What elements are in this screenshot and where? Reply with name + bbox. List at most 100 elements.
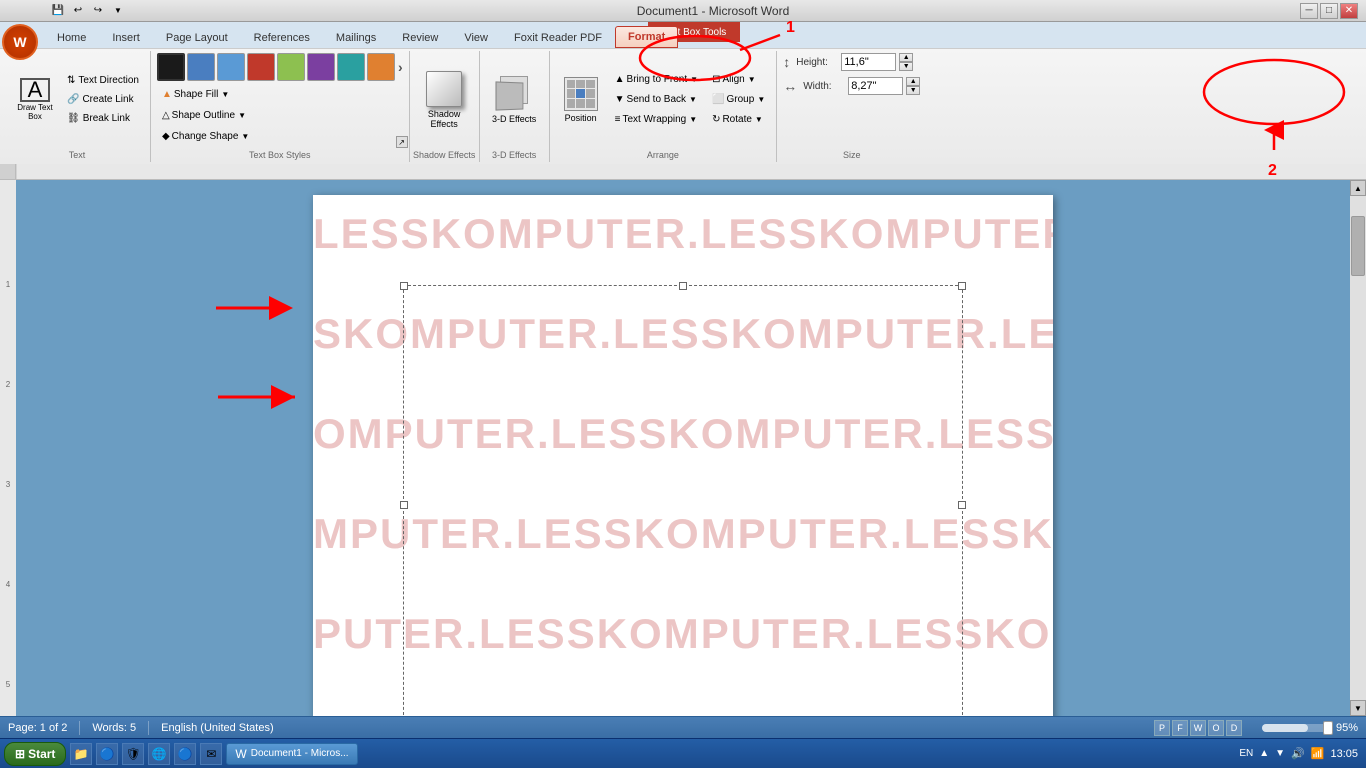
status-sep1 — [79, 721, 80, 735]
taskbar-icon-email[interactable]: ✉ — [200, 743, 222, 765]
tab-pagelayout[interactable]: Page Layout — [153, 26, 241, 48]
3d-effects-button[interactable]: 3-D Effects — [487, 70, 542, 130]
swatch-row: › — [157, 53, 403, 81]
scroll-up-button[interactable]: ▲ — [1350, 180, 1366, 196]
swatch-red[interactable] — [247, 53, 275, 81]
tab-home[interactable]: Home — [44, 26, 99, 48]
taskbar-icon-bluetooth[interactable]: 🔵 — [96, 743, 118, 765]
width-up-button[interactable]: ▲ — [906, 77, 920, 86]
group-arrange: Position ▲ Bring to Front ▼ ▼ Send to Ba… — [550, 51, 778, 162]
taskbar-icon-browser[interactable]: 🌐 — [148, 743, 170, 765]
text-direction-button[interactable]: ⇅ Text Direction — [62, 72, 144, 90]
close-button[interactable]: ✕ — [1340, 3, 1358, 19]
height-spinner: ▲ ▼ — [899, 53, 913, 71]
text-wrapping-button[interactable]: ≡ Text Wrapping ▼ — [610, 110, 703, 129]
quick-access-more[interactable]: ▼ — [110, 3, 126, 19]
minimize-button[interactable]: ─ — [1300, 3, 1318, 19]
width-row: ↔ Width: ▲ ▼ — [783, 77, 920, 95]
swatch-scroll-right[interactable]: › — [398, 59, 403, 75]
tab-references[interactable]: References — [241, 26, 323, 48]
height-down-button[interactable]: ▼ — [899, 62, 913, 71]
tab-view[interactable]: View — [451, 26, 501, 48]
zoom-handle[interactable] — [1323, 721, 1333, 735]
textbox-styles-expand[interactable]: ↗ — [396, 136, 408, 148]
width-down-button[interactable]: ▼ — [906, 86, 920, 95]
title-bar: 💾 ↩ ↪ ▼ Document1 - Microsoft Word ─ □ ✕ — [0, 0, 1366, 22]
handle-ml[interactable] — [400, 501, 408, 509]
tab-insert[interactable]: Insert — [99, 26, 153, 48]
bring-front-button[interactable]: ▲ Bring to Front ▼ — [610, 70, 703, 89]
tab-review[interactable]: Review — [389, 26, 451, 48]
taskbar-word-app[interactable]: W Document1 - Micros... — [226, 743, 357, 765]
ribbon-content: A Draw Text Box ⇅ Text Direction 🔗 Creat… — [0, 48, 1366, 164]
tray-arrow-down[interactable]: ▼ — [1275, 748, 1285, 759]
taskbar-icon-folder[interactable]: 📁 — [70, 743, 92, 765]
swatch-orange[interactable] — [367, 53, 395, 81]
view-fullscreen-button[interactable]: F — [1172, 720, 1188, 736]
start-button[interactable]: ⊞ Start — [4, 742, 66, 766]
handle-mr[interactable] — [958, 501, 966, 509]
height-input[interactable] — [841, 53, 896, 71]
position-label: Position — [565, 113, 597, 123]
scroll-thumb[interactable] — [1351, 216, 1365, 276]
view-print-button[interactable]: P — [1154, 720, 1170, 736]
swatch-teal[interactable] — [337, 53, 365, 81]
shape-outline-button[interactable]: △ Shape Outline ▼ — [157, 106, 251, 125]
vruler-2: 2 — [0, 380, 16, 389]
group-size: ↕ Height: ▲ ▼ ↔ Width: ▲ — [777, 51, 926, 162]
view-outline-button[interactable]: O — [1208, 720, 1224, 736]
tab-foxitreader[interactable]: Foxit Reader PDF — [501, 26, 615, 48]
align-label: Align — [722, 74, 744, 85]
tray-speaker[interactable]: 🔊 — [1291, 747, 1305, 760]
handle-tm[interactable] — [679, 282, 687, 290]
group-3d-label: 3-D Effects — [480, 150, 549, 160]
draw-text-box-button[interactable]: A Draw Text Box — [10, 70, 60, 130]
vruler-5: 5 — [0, 680, 16, 689]
swatch-blue1[interactable] — [187, 53, 215, 81]
shape-fill-button[interactable]: ▲ Shape Fill ▼ — [157, 85, 234, 104]
text-box[interactable] — [403, 285, 963, 716]
vertical-scrollbar: ▲ ▼ — [1350, 180, 1366, 716]
quick-access-save[interactable]: 💾 — [50, 3, 66, 19]
group-shadow-effects: Shadow Effects Shadow Effects — [410, 51, 480, 162]
handle-tl[interactable] — [400, 282, 408, 290]
align-icon: ⊟ — [712, 74, 720, 85]
tab-format[interactable]: Format — [615, 26, 678, 48]
rotate-button[interactable]: ↻ Rotate ▼ — [707, 110, 770, 129]
maximize-button[interactable]: □ — [1320, 3, 1338, 19]
align-button[interactable]: ⊟ Align ▼ — [707, 70, 770, 89]
windows-logo: ⊞ — [15, 747, 25, 761]
handle-tr[interactable] — [958, 282, 966, 290]
width-input[interactable] — [848, 77, 903, 95]
office-button[interactable]: W — [2, 24, 38, 60]
document-area: 1 2 3 4 5 LESSKOMPUTER.LESSKOMPUTER.LE S… — [0, 164, 1366, 716]
taskbar-icon-chrome[interactable]: 🔵 — [174, 743, 196, 765]
position-button[interactable]: Position — [556, 70, 606, 130]
shape-outline-label: Shape Outline — [172, 110, 235, 121]
tab-mailings[interactable]: Mailings — [323, 26, 389, 48]
zoom-area: 95% — [1262, 722, 1358, 734]
view-draft-button[interactable]: D — [1226, 720, 1242, 736]
swatch-blue2[interactable] — [217, 53, 245, 81]
zoom-slider[interactable] — [1262, 724, 1332, 732]
group-button[interactable]: ⬜ Group ▼ — [707, 90, 770, 109]
quick-access-undo[interactable]: ↩ — [70, 3, 86, 19]
break-link-button[interactable]: ⛓ Break Link — [62, 110, 144, 128]
swatch-purple[interactable] — [307, 53, 335, 81]
create-link-button[interactable]: 🔗 Create Link — [62, 91, 144, 109]
document-scroll[interactable]: LESSKOMPUTER.LESSKOMPUTER.LE SKOMPUTER.L… — [16, 180, 1350, 716]
tray-arrow-up[interactable]: ▲ — [1259, 748, 1269, 759]
shadow-label: Shadow Effects — [418, 109, 471, 129]
taskbar-icon-security[interactable]: 🛡 — [122, 743, 144, 765]
height-up-button[interactable]: ▲ — [899, 53, 913, 62]
swatch-black[interactable] — [157, 53, 185, 81]
shadow-effects-button[interactable]: Shadow Effects — [417, 70, 472, 130]
swatch-green[interactable] — [277, 53, 305, 81]
change-shape-button[interactable]: ◆ Change Shape ▼ — [157, 127, 254, 146]
send-back-button[interactable]: ▼ Send to Back ▼ — [610, 90, 703, 109]
quick-access-redo[interactable]: ↪ — [90, 3, 106, 19]
ruler-corner — [0, 164, 16, 180]
view-web-button[interactable]: W — [1190, 720, 1206, 736]
scroll-down-button[interactable]: ▼ — [1350, 700, 1366, 716]
tray-network[interactable]: 📶 — [1311, 747, 1325, 760]
